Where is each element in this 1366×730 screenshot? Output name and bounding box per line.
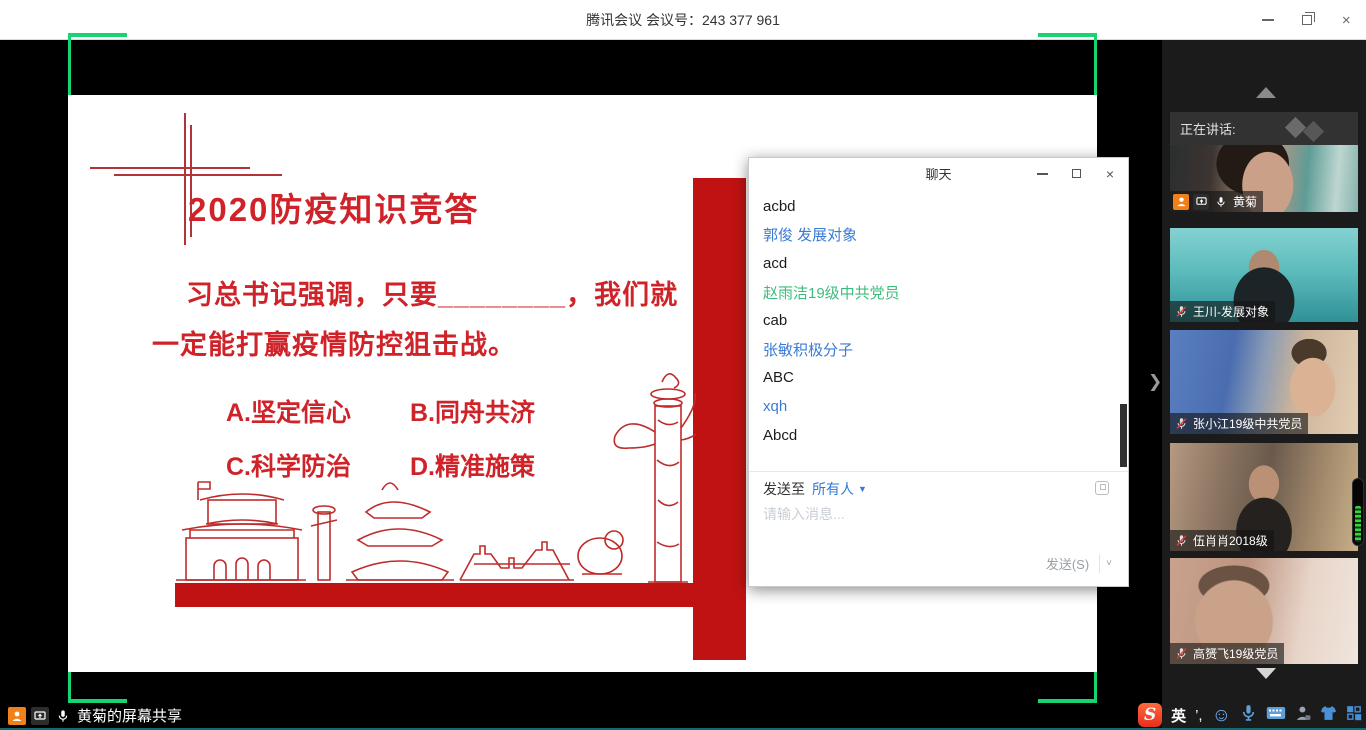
ime-toolbar: S 英 ’, ☺	[1138, 702, 1362, 728]
chat-sender: 张敏积极分子	[763, 335, 1110, 364]
chat-sender: 郭俊 发展对象	[763, 221, 1110, 250]
chat-message: cab	[763, 306, 1110, 335]
share-border-corner-bl	[68, 699, 127, 703]
chat-sender: 赵雨洁19级中共党员	[763, 278, 1110, 307]
sidebar-collapse-chevron[interactable]: ❯	[1148, 372, 1162, 392]
participant-name: 高赟飞19级党员	[1193, 645, 1278, 662]
chat-sender: xqh	[763, 392, 1110, 421]
screen-share-icon	[31, 707, 49, 725]
ime-skin-icon[interactable]	[1320, 705, 1337, 726]
scroll-up-arrow[interactable]	[1256, 87, 1276, 98]
ime-keyboard-icon[interactable]	[1266, 705, 1286, 726]
emoji-icon[interactable]: ☺	[1212, 706, 1231, 725]
slide-question-line1: 习总书记强调，只要________，我们就	[186, 273, 678, 312]
meeting-title: 腾讯会议 会议号：243 377 961	[0, 0, 1366, 40]
chevron-down-icon[interactable]: ▼	[858, 484, 867, 494]
video-tile[interactable]: 高赟飞19级党员	[1170, 558, 1358, 664]
chat-message: Abcd	[763, 421, 1110, 450]
slide-landmark-artwork	[168, 360, 696, 585]
diamond-decoration	[1303, 121, 1324, 142]
chat-message-list[interactable]: acbd 郭俊 发展对象 acd 赵雨洁19级中共党员 cab 张敏积极分子 A…	[763, 192, 1110, 468]
video-tile[interactable]: 伍肖肖2018级	[1170, 443, 1358, 551]
scroll-down-arrow[interactable]	[1256, 668, 1276, 679]
chat-window: 聊天 × acbd 郭俊 发展对象 acd 赵雨洁19级中共党员 cab 张敏积…	[748, 157, 1129, 587]
video-tile[interactable]: 张小江19级中共党员	[1170, 330, 1358, 434]
chat-message: ABC	[763, 364, 1110, 393]
muted-mic-icon	[1173, 416, 1189, 432]
chat-scrollbar[interactable]	[1120, 404, 1127, 467]
mic-icon	[54, 707, 72, 725]
chat-titlebar[interactable]: 聊天 ×	[749, 158, 1128, 189]
send-button[interactable]: 发送(S)	[1036, 550, 1099, 577]
share-status-label: 黄菊的屏幕共享	[77, 705, 182, 726]
speaking-label: 正在讲话:	[1180, 119, 1236, 138]
slide-red-bottom-bar	[175, 583, 695, 607]
share-status-bar: 黄菊的屏幕共享	[8, 705, 182, 726]
ime-toolbox-icon[interactable]	[1346, 705, 1362, 726]
share-border-corner-tr	[1038, 33, 1097, 37]
muted-mic-icon	[1173, 304, 1189, 320]
mic-icon	[1213, 194, 1229, 210]
chat-message: acd	[763, 249, 1110, 278]
close-button[interactable]: ×	[1333, 7, 1359, 33]
slide-question-line2: 一定能打赢疫情防控狙击战。	[152, 323, 516, 362]
ime-language-toggle[interactable]: 英	[1171, 705, 1186, 726]
speaking-indicator-panel: 正在讲话:	[1170, 112, 1358, 145]
chat-input[interactable]	[763, 506, 1093, 522]
participant-name: 张小江19级中共党员	[1193, 415, 1302, 432]
ime-punctuation-icon[interactable]: ’,	[1195, 707, 1203, 724]
participant-name: 伍肖肖2018级	[1193, 532, 1268, 549]
restore-button[interactable]	[1294, 7, 1320, 33]
send-options-caret[interactable]: ˅	[1099, 554, 1118, 573]
host-icon	[8, 707, 26, 725]
muted-mic-icon	[1173, 533, 1189, 549]
sogou-logo-icon[interactable]: S	[1138, 703, 1162, 727]
minimize-button[interactable]	[1255, 7, 1281, 33]
slide-title: 2020防疫知识竞答	[188, 183, 479, 231]
host-icon	[1173, 194, 1189, 210]
slide-cross-decoration	[184, 113, 186, 245]
send-to-selector[interactable]: 所有人	[812, 479, 854, 499]
muted-mic-icon	[1173, 646, 1189, 662]
chat-minimize-button[interactable]	[1034, 166, 1050, 182]
video-tile[interactable]: 王川-发展对象	[1170, 228, 1358, 322]
video-tile[interactable]: 黄菊	[1170, 145, 1358, 212]
audio-level-meter	[1352, 478, 1364, 546]
share-border-corner-tr-v	[1094, 33, 1097, 95]
participant-name: 黄菊	[1233, 193, 1257, 210]
share-border-corner-tl	[68, 33, 127, 37]
ime-mic-icon[interactable]	[1240, 704, 1257, 726]
diamond-decoration	[1285, 117, 1306, 138]
popout-icon[interactable]	[1095, 481, 1109, 495]
chat-close-button[interactable]: ×	[1102, 166, 1118, 182]
ime-account-icon[interactable]	[1295, 705, 1311, 726]
send-to-label: 发送至	[763, 479, 805, 499]
share-border-corner-br	[1038, 699, 1097, 703]
screen-share-icon	[1193, 194, 1209, 210]
app-titlebar: 腾讯会议 会议号：243 377 961 ×	[0, 0, 1366, 40]
share-border-corner-tl-v	[68, 33, 71, 95]
participants-sidebar: 正在讲话: 黄菊 王川-发展对象	[1162, 40, 1366, 730]
participant-name: 王川-发展对象	[1193, 303, 1269, 320]
chat-message: acbd	[763, 192, 1110, 221]
chat-maximize-button[interactable]	[1068, 166, 1084, 182]
slide-red-vertical-bar	[693, 178, 746, 660]
